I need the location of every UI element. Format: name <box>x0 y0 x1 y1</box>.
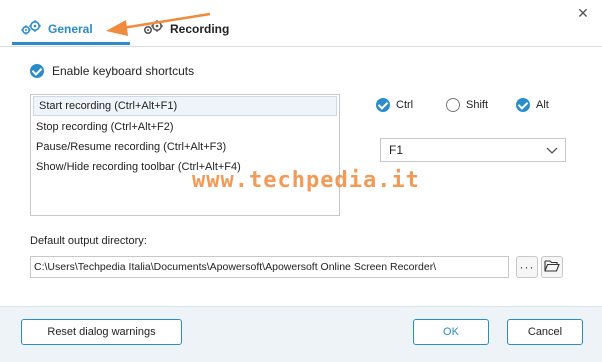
tab-general-label: General <box>48 22 93 36</box>
alt-label: Alt <box>536 99 549 111</box>
open-folder-button[interactable] <box>541 256 563 278</box>
enable-shortcuts-checkbox[interactable]: Enable keyboard shortcuts <box>30 64 194 78</box>
cancel-button[interactable]: Cancel <box>507 319 583 345</box>
list-item[interactable]: Pause/Resume recording (Ctrl+Alt+F3) <box>31 137 339 157</box>
key-select-value: F1 <box>389 143 404 157</box>
chevron-down-icon <box>545 143 559 160</box>
ctrl-modifier-option[interactable]: Ctrl <box>376 98 413 112</box>
list-item[interactable]: Start recording (Ctrl+Alt+F1) <box>33 96 337 116</box>
alt-modifier-option[interactable]: Alt <box>516 98 549 112</box>
ctrl-label: Ctrl <box>396 99 414 111</box>
checkbox-unchecked-icon <box>446 98 460 112</box>
browse-button[interactable]: ··· <box>516 256 538 278</box>
shift-modifier-option[interactable]: Shift <box>446 98 488 112</box>
output-directory-label: Default output directory: <box>30 235 147 247</box>
checkbox-checked-icon <box>30 64 44 78</box>
folder-open-icon <box>544 259 560 276</box>
annotation-arrow-icon <box>106 12 211 36</box>
output-directory-field[interactable]: C:\Users\Techpedia Italia\Documents\Apow… <box>30 256 509 278</box>
checkbox-checked-icon <box>376 98 390 112</box>
active-tab-indicator <box>12 42 130 45</box>
gears-icon <box>20 19 42 39</box>
reset-dialog-warnings-button[interactable]: Reset dialog warnings <box>21 319 182 345</box>
ok-button[interactable]: OK <box>413 319 489 345</box>
key-select[interactable]: F1 <box>380 138 566 162</box>
enable-shortcuts-label: Enable keyboard shortcuts <box>52 64 195 78</box>
watermark-text: www.techpedia.it <box>192 168 420 193</box>
checkbox-checked-icon <box>516 98 530 112</box>
shift-label: Shift <box>466 99 489 111</box>
list-item[interactable]: Stop recording (Ctrl+Alt+F2) <box>31 117 339 137</box>
close-icon[interactable]: ✕ <box>576 6 590 20</box>
shortcut-list[interactable]: Start recording (Ctrl+Alt+F1) Stop recor… <box>30 94 340 216</box>
